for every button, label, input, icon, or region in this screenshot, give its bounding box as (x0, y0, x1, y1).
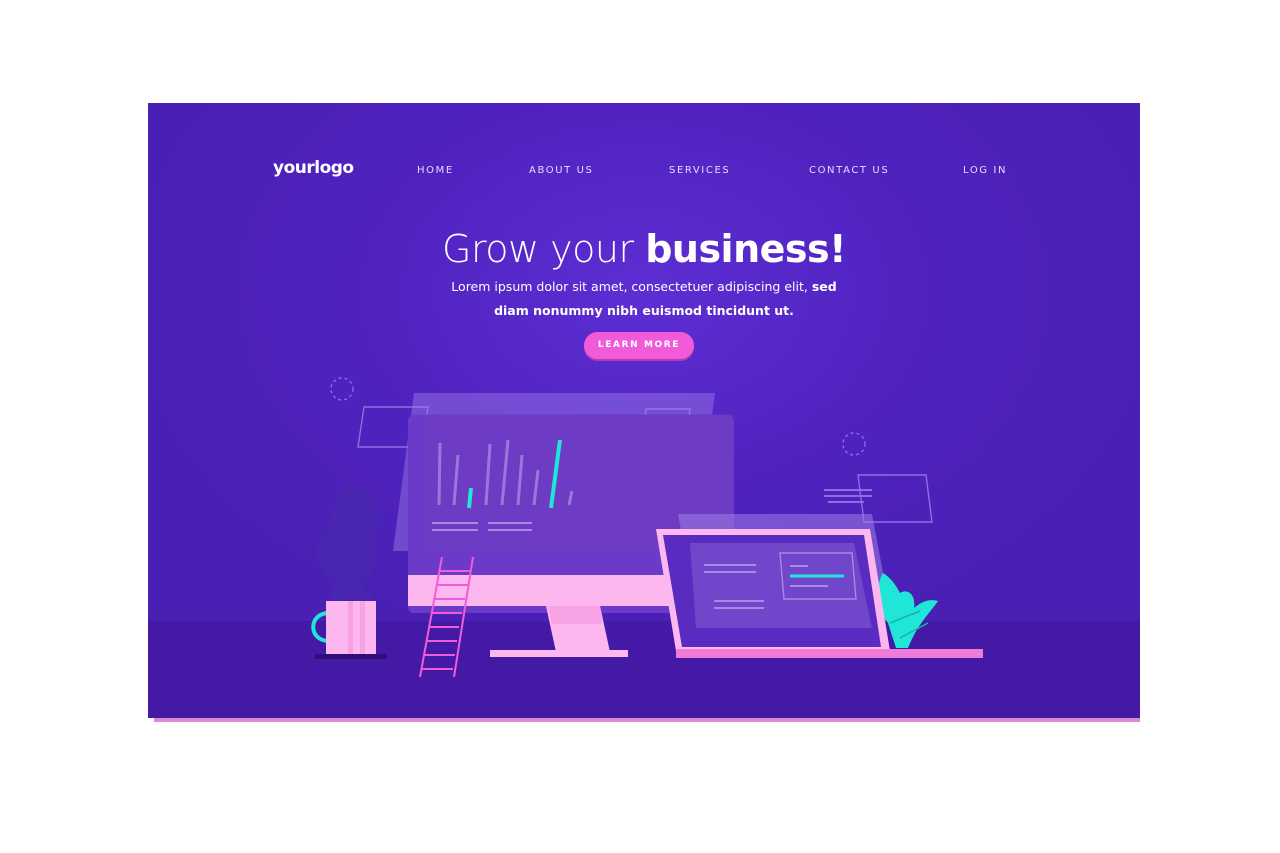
dashed-circle-left (330, 377, 354, 401)
laptop-icon (656, 529, 983, 658)
dashed-circle-right (842, 432, 866, 456)
landing-page: yourlogo HOME ABOUT US SERVICES CONTACT … (148, 103, 1140, 718)
floating-lines-right (824, 489, 872, 503)
hero-illustration (311, 377, 983, 678)
coffee-mug-icon (311, 601, 387, 659)
plant-silhouette (315, 483, 382, 613)
